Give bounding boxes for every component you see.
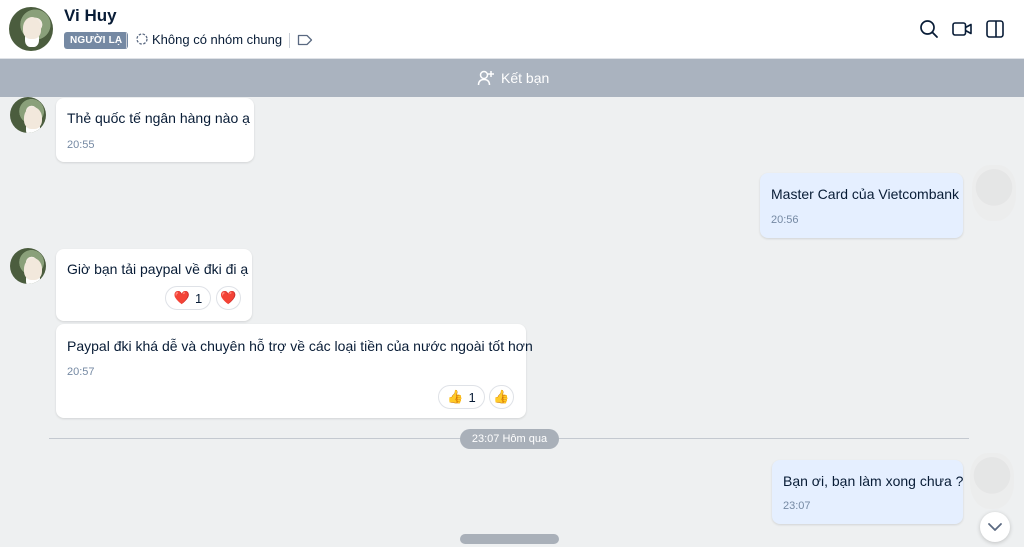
message-bubble[interactable]: Bạn ơi, bạn làm xong chưa ? 23:07 bbox=[772, 460, 963, 524]
message-time: 20:56 bbox=[771, 214, 799, 226]
heart-icon: ❤️ bbox=[173, 290, 190, 305]
panel-toggle-icon[interactable] bbox=[984, 18, 1006, 40]
message-bubble[interactable]: Giờ bạn tải paypal về đki đi ạ ❤️ 1 ❤️ bbox=[56, 249, 252, 321]
message-time: 23:07 bbox=[783, 500, 811, 512]
message-text: Paypal đki khá dễ và chuyên hỗ trợ về cá… bbox=[67, 338, 533, 354]
my-avatar-placeholder bbox=[972, 165, 1016, 221]
thumbs-up-icon: 👍 bbox=[447, 389, 464, 404]
message-text: Bạn ơi, bạn làm xong chưa ? bbox=[783, 473, 964, 489]
contact-name[interactable]: Vi Huy bbox=[64, 6, 117, 26]
date-divider: 23:07 Hôm qua bbox=[460, 429, 559, 449]
my-avatar-placeholder bbox=[970, 453, 1014, 509]
header-divider bbox=[289, 33, 290, 48]
message-time: 20:55 bbox=[67, 139, 95, 151]
common-group-text[interactable]: Không có nhóm chung bbox=[152, 32, 282, 47]
add-friend-icon bbox=[477, 70, 494, 86]
video-call-icon[interactable] bbox=[951, 18, 973, 40]
add-friend-bar: Kết bạn bbox=[0, 59, 1024, 97]
reaction-count-value: 1 bbox=[194, 290, 203, 306]
sender-avatar[interactable] bbox=[10, 97, 46, 133]
date-divider bbox=[460, 534, 559, 544]
group-icon bbox=[136, 33, 148, 45]
reaction-count-value: 1 bbox=[468, 389, 476, 405]
add-friend-button[interactable]: Kết bạn bbox=[477, 68, 549, 88]
header-divider bbox=[126, 33, 127, 48]
sender-avatar[interactable] bbox=[10, 248, 46, 284]
contact-avatar[interactable] bbox=[9, 7, 53, 51]
message-text: Giờ bạn tải paypal về đki đi ạ bbox=[67, 261, 249, 277]
message-bubble[interactable]: Master Card của Vietcombank 20:56 bbox=[760, 173, 963, 238]
heart-icon: ❤️ bbox=[220, 290, 237, 305]
message-time: 20:57 bbox=[67, 366, 95, 378]
message-bubble[interactable]: Paypal đki khá dễ và chuyên hỗ trợ về cá… bbox=[56, 324, 533, 418]
chat-header: Vi Huy NGƯỜI LẠ Không có nhóm chung bbox=[0, 0, 1024, 59]
thumbs-up-icon: 👍 bbox=[493, 389, 510, 404]
reaction-count[interactable]: 👍 1 bbox=[438, 385, 485, 409]
react-button[interactable]: ❤️ bbox=[216, 286, 241, 310]
message-text: Thẻ quốc tế ngân hàng nào ạ bbox=[67, 110, 250, 126]
search-icon[interactable] bbox=[918, 18, 940, 40]
message-text: Master Card của Vietcombank bbox=[771, 186, 960, 202]
add-friend-label: Kết bạn bbox=[501, 70, 550, 86]
message-bubble[interactable]: Thẻ quốc tế ngân hàng nào ạ 20:55 bbox=[56, 98, 254, 162]
react-button[interactable]: 👍 bbox=[489, 385, 514, 409]
tag-icon[interactable] bbox=[297, 34, 313, 46]
stranger-badge: NGƯỜI LẠ bbox=[64, 32, 129, 49]
reaction-count[interactable]: ❤️ 1 bbox=[165, 286, 211, 310]
